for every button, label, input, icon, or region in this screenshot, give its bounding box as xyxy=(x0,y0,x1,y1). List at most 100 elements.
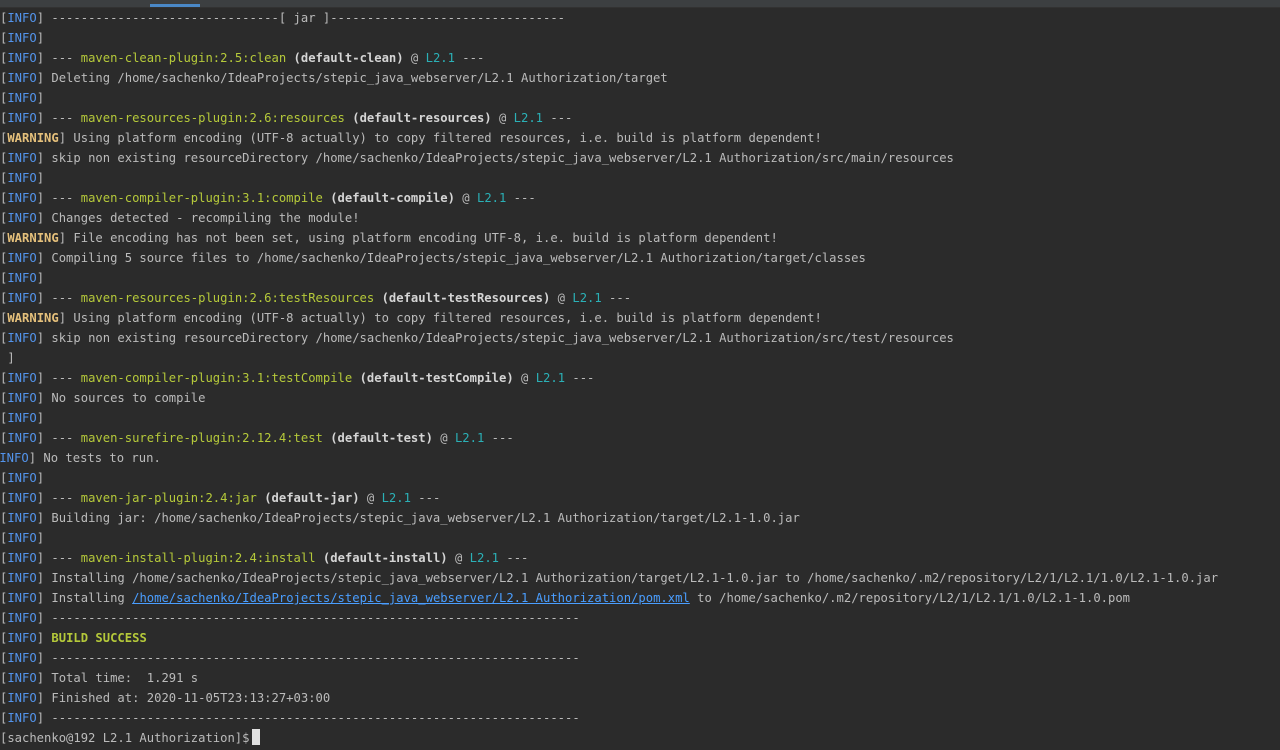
shell-prompt-line[interactable]: [sachenko@192 L2.1 Authorization]$ xyxy=(0,728,1280,748)
log-level-info: INFO xyxy=(7,471,37,485)
log-text: ] xyxy=(0,351,15,365)
project-name: L2.1 xyxy=(476,191,507,205)
file-link[interactable]: /home/sachenko/IdeaProjects/stepic_java_… xyxy=(132,591,690,605)
log-level-warning: WARNING xyxy=(7,131,59,145)
log-line: [INFO] Compiling 5 source files to /home… xyxy=(0,248,1280,268)
log-line: [INFO] xyxy=(0,468,1280,488)
bracket: ] xyxy=(36,51,45,65)
log-text: --- xyxy=(454,51,485,65)
log-line: [INFO] xyxy=(0,168,1280,188)
bracket: ] xyxy=(36,571,45,585)
log-level-warning: WARNING xyxy=(7,231,59,245)
bracket: ] xyxy=(36,191,45,205)
bracket: ] xyxy=(36,31,45,45)
log-line: [INFO] --- maven-jar-plugin:2.4:jar (def… xyxy=(0,488,1280,508)
bracket: ] xyxy=(36,271,45,285)
log-text: --- xyxy=(44,111,81,125)
log-line: [INFO] --- maven-surefire-plugin:2.12.4:… xyxy=(0,428,1280,448)
log-level-info: INFO xyxy=(7,651,37,665)
log-line: [INFO] ---------------------------------… xyxy=(0,648,1280,668)
log-level-info: INFO xyxy=(7,191,37,205)
bracket: ] xyxy=(36,291,45,305)
plugin-name: maven-jar-plugin:2.4:jar xyxy=(80,491,257,505)
bracket: ] xyxy=(36,91,45,105)
log-line: [INFO] Installing /home/sachenko/IdeaPro… xyxy=(0,588,1280,608)
log-text: @ xyxy=(359,491,382,505)
project-name: L2.1 xyxy=(469,551,500,565)
bracket: ] xyxy=(36,511,45,525)
log-text: Total time: 1.291 s xyxy=(44,671,199,685)
log-line: [INFO] No tests to run. xyxy=(0,448,1280,468)
plugin-name: maven-surefire-plugin:2.12.4:test xyxy=(80,431,323,445)
log-level-info: INFO xyxy=(7,691,37,705)
log-line: [INFO] --- maven-resources-plugin:2.6:re… xyxy=(0,108,1280,128)
bracket: ] xyxy=(36,411,45,425)
log-text: ----------------------------------------… xyxy=(44,611,580,625)
shell-prompt: [sachenko@192 L2.1 Authorization]$ xyxy=(0,731,250,745)
log-text: skip non existing resourceDirectory /hom… xyxy=(44,331,954,345)
log-text: No sources to compile xyxy=(44,391,206,405)
log-text: @ xyxy=(454,191,477,205)
bracket: ] xyxy=(36,471,45,485)
bracket: ] xyxy=(36,211,45,225)
log-line: [INFO] No sources to compile xyxy=(0,388,1280,408)
log-level-info: INFO xyxy=(7,151,37,165)
bracket: ] xyxy=(36,151,45,165)
terminal-output[interactable]: [INFO] -------------------------------[ … xyxy=(0,8,1280,750)
log-level-info: INFO xyxy=(7,591,37,605)
log-text: @ xyxy=(513,371,536,385)
log-line: [INFO] --- maven-resources-plugin:2.6:te… xyxy=(0,288,1280,308)
bracket: ] xyxy=(36,331,45,345)
log-text: Compiling 5 source files to /home/sachen… xyxy=(44,251,866,265)
log-level-warning: WARNING xyxy=(7,311,59,325)
log-line: [INFO] --- maven-compiler-plugin:3.1:com… xyxy=(0,188,1280,208)
log-line: [INFO] Total time: 1.291 s xyxy=(0,668,1280,688)
log-text: ----------------------------------------… xyxy=(44,651,580,665)
log-text: --- xyxy=(44,291,81,305)
bracket: ] xyxy=(36,531,45,545)
log-text: --- xyxy=(543,111,573,125)
log-line: [WARNING] File encoding has not been set… xyxy=(0,228,1280,248)
log-level-info: INFO xyxy=(7,631,37,645)
log-text: ----------------------------------------… xyxy=(44,711,580,725)
log-line: [INFO] Finished at: 2020-11-05T23:13:27+… xyxy=(0,688,1280,708)
log-text: Building jar: /home/sachenko/IdeaProject… xyxy=(44,511,800,525)
bracket: ] xyxy=(36,431,45,445)
active-tab-indicator[interactable] xyxy=(150,4,200,7)
log-level-info: INFO xyxy=(7,371,37,385)
log-text: Using platform encoding (UTF-8 actually)… xyxy=(66,311,822,325)
log-level-info: INFO xyxy=(7,391,37,405)
bracket: ] xyxy=(36,711,45,725)
log-level-info: INFO xyxy=(7,11,37,25)
bracket: ] xyxy=(36,491,45,505)
log-line: [INFO] skip non existing resourceDirecto… xyxy=(0,148,1280,168)
log-level-info: INFO xyxy=(7,291,37,305)
build-status: BUILD SUCCESS xyxy=(51,631,147,645)
plugin-name: maven-resources-plugin:2.6:testResources xyxy=(80,291,375,305)
log-line: [WARNING] Using platform encoding (UTF-8… xyxy=(0,128,1280,148)
bracket: ] xyxy=(36,671,45,685)
log-level-info: INFO xyxy=(7,611,37,625)
project-name: L2.1 xyxy=(535,371,566,385)
bracket: ] xyxy=(36,691,45,705)
log-text: -------------------------------[ jar ]--… xyxy=(44,11,566,25)
project-name: L2.1 xyxy=(425,51,455,65)
log-level-info: INFO xyxy=(7,31,37,45)
log-text: --- xyxy=(44,191,81,205)
log-text: --- xyxy=(410,491,441,505)
log-line: [INFO] Deleting /home/sachenko/IdeaProje… xyxy=(0,68,1280,88)
log-level-info: INFO xyxy=(7,91,37,105)
execution-id: (default-test) xyxy=(330,431,433,445)
log-level-info: INFO xyxy=(7,711,37,725)
log-level-info: INFO xyxy=(7,71,37,85)
bracket: ] xyxy=(36,171,45,185)
log-text: @ xyxy=(403,51,426,65)
log-level-info: INFO xyxy=(7,411,37,425)
log-level-info: INFO xyxy=(7,551,37,565)
log-line: [INFO] xyxy=(0,408,1280,428)
log-text: --- xyxy=(506,191,536,205)
log-text: File encoding has not been set, using pl… xyxy=(66,231,778,245)
log-text: --- xyxy=(44,51,81,65)
